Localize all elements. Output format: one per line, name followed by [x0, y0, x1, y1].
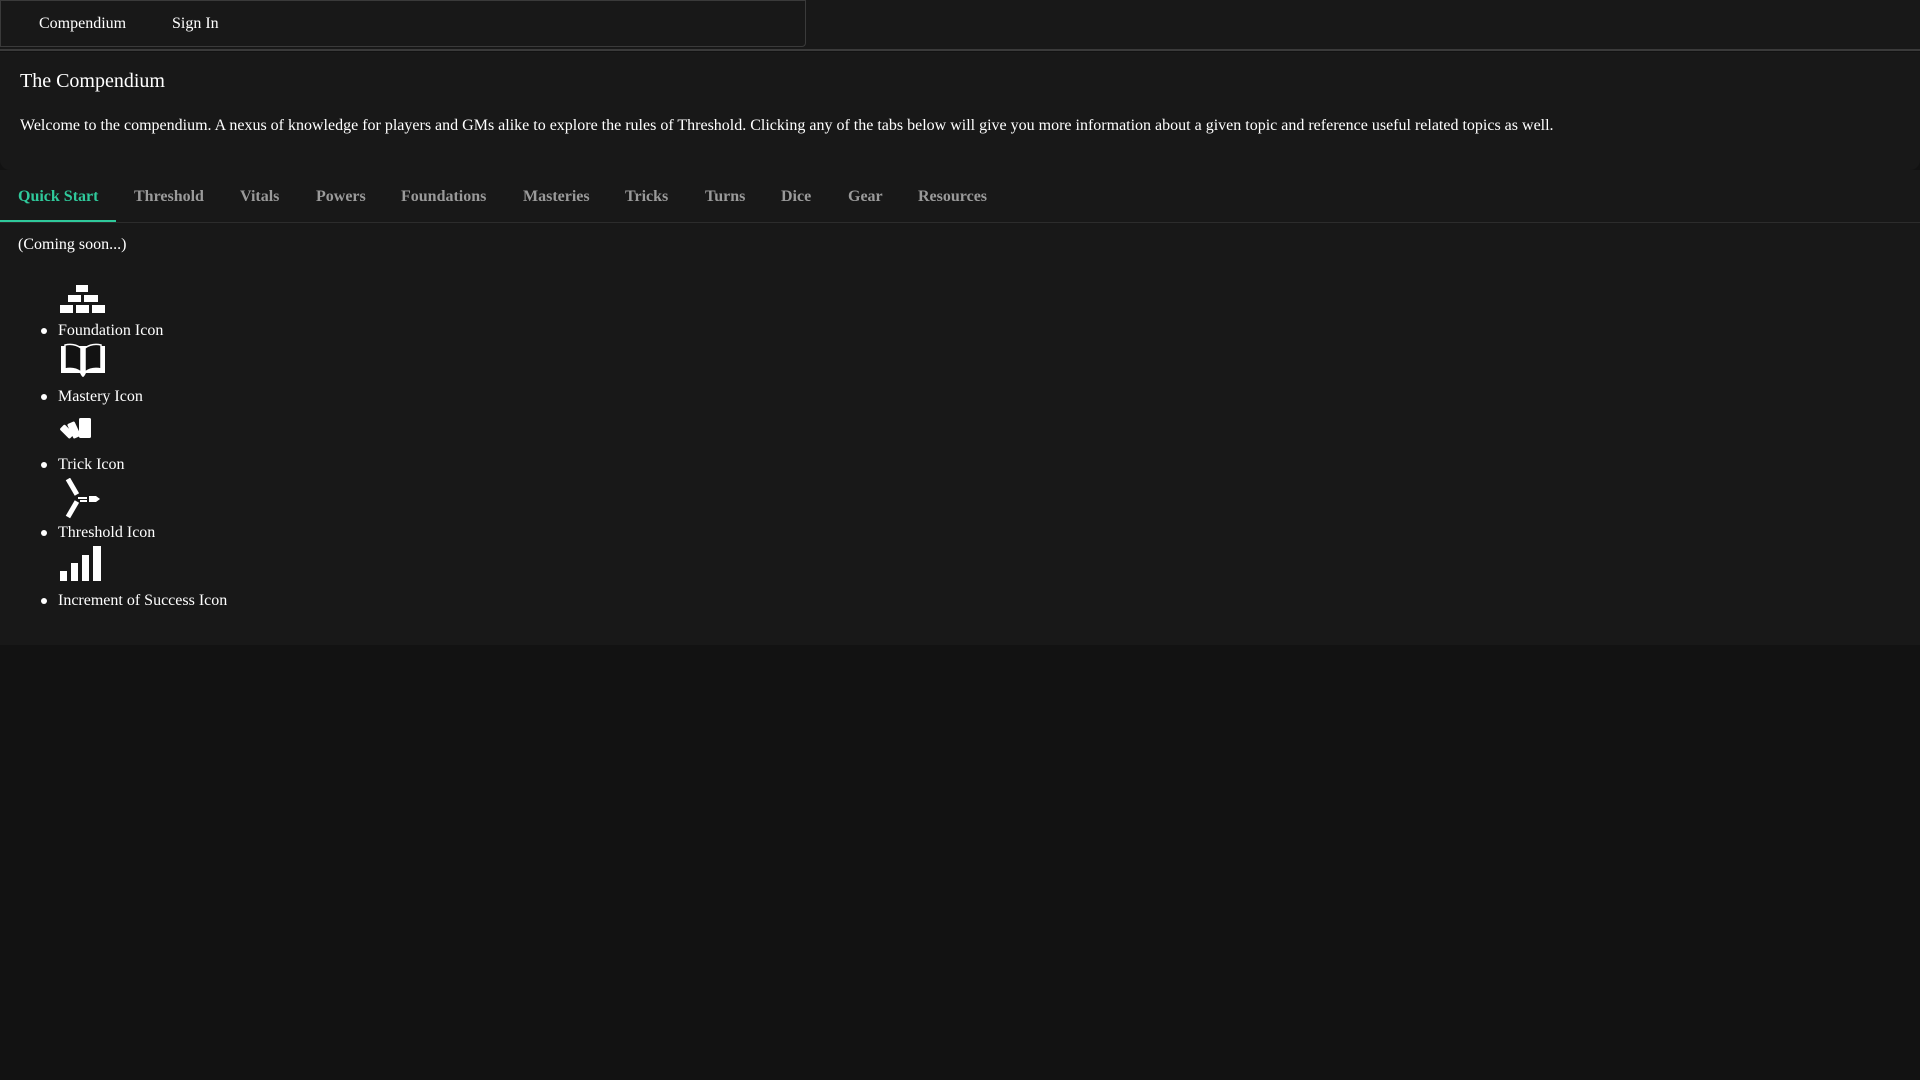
list-bullet	[41, 598, 47, 604]
tab-gear[interactable]: Gear	[848, 188, 883, 206]
list-item: Mastery Icon	[0, 342, 400, 406]
coming-soon-text: (Coming soon...)	[18, 236, 127, 253]
tab-quick-start[interactable]: Quick Start	[18, 188, 98, 206]
list-item: Threshold Icon	[0, 478, 400, 542]
icon-label: Foundation Icon	[58, 322, 164, 339]
list-item: Foundation Icon	[0, 282, 400, 346]
increment-of-success-icon	[60, 546, 101, 581]
list-item: Increment of Success Icon	[0, 544, 400, 609]
icon-label: Increment of Success Icon	[58, 592, 228, 609]
icon-label: Mastery Icon	[58, 388, 143, 405]
tab-foundations[interactable]: Foundations	[401, 188, 486, 206]
list-bullet	[41, 462, 47, 468]
list-bullet	[41, 394, 47, 400]
list-bullet	[41, 328, 47, 334]
list-bullet	[41, 530, 47, 536]
foundation-icon	[60, 285, 105, 313]
header-panel: The Compendium Welcome to the compendium…	[0, 52, 1920, 170]
nav-link-compendium[interactable]: Compendium	[39, 15, 126, 33]
mastery-icon	[61, 343, 105, 377]
trick-icon	[60, 418, 91, 439]
tab-bar: Quick Start Threshold Vitals Powers Foun…	[0, 170, 1920, 223]
page-title: The Compendium	[20, 70, 165, 92]
icon-label: Trick Icon	[58, 456, 125, 473]
tab-tricks[interactable]: Tricks	[625, 188, 668, 206]
list-item: Trick Icon	[0, 412, 400, 476]
tab-powers[interactable]: Powers	[316, 188, 366, 206]
nav-box: Compendium Sign In	[0, 0, 806, 47]
nav-link-sign-in[interactable]: Sign In	[172, 15, 219, 33]
tab-turns[interactable]: Turns	[705, 188, 745, 206]
icon-label: Threshold Icon	[58, 524, 156, 541]
intro-text: Welcome to the compendium. A nexus of kn…	[20, 117, 1554, 134]
tab-masteries[interactable]: Masteries	[523, 188, 590, 206]
threshold-icon	[65, 478, 100, 519]
tab-vitals[interactable]: Vitals	[240, 188, 279, 206]
tab-resources[interactable]: Resources	[918, 188, 987, 206]
tab-threshold[interactable]: Threshold	[134, 188, 204, 206]
top-navbar: Compendium Sign In	[0, 0, 1920, 51]
tab-dice[interactable]: Dice	[781, 188, 811, 206]
active-tab-indicator	[0, 220, 116, 222]
content-panel: Quick Start Threshold Vitals Powers Foun…	[0, 170, 1920, 645]
